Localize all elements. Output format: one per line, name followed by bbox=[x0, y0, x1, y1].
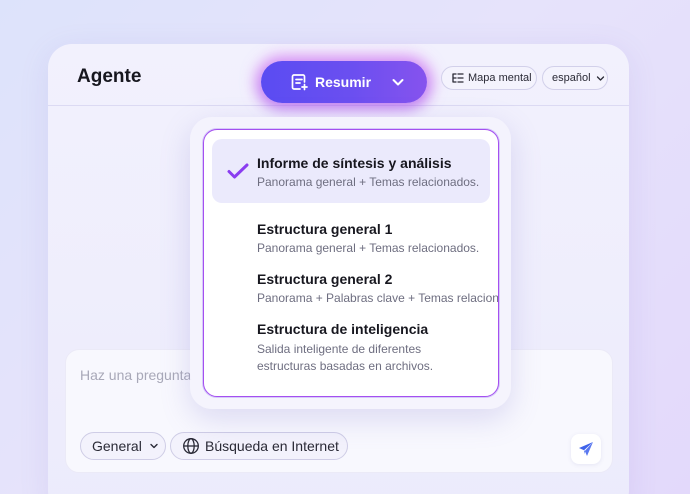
dropdown-option-general-structure-2[interactable]: Estructura general 2 Panorama + Palabras… bbox=[212, 266, 498, 306]
dropdown-option-intelligence-structure[interactable]: Estructura de inteligencia Salida inteli… bbox=[212, 316, 490, 380]
mind-map-icon bbox=[451, 71, 465, 85]
mode-label: General bbox=[92, 438, 142, 454]
check-icon bbox=[226, 161, 250, 181]
web-search-label: Búsqueda en Internet bbox=[205, 438, 339, 454]
mind-map-label: Mapa mental bbox=[468, 72, 532, 84]
summarize-button[interactable]: Resumir bbox=[261, 61, 427, 103]
language-select[interactable]: español bbox=[542, 66, 608, 90]
chevron-down-icon[interactable] bbox=[391, 75, 405, 89]
mode-select[interactable]: General bbox=[80, 432, 166, 460]
dropdown-option-general-structure-1[interactable]: Estructura general 1 Panorama general + … bbox=[212, 216, 490, 256]
panel-title: Agente bbox=[77, 66, 142, 87]
option-name: Estructura general 1 bbox=[257, 221, 393, 237]
question-input[interactable]: Haz una pregunta bbox=[80, 367, 191, 383]
web-search-toggle[interactable]: Búsqueda en Internet bbox=[170, 432, 348, 460]
option-description: Panorama + Palabras clave + Temas relaci… bbox=[257, 291, 499, 305]
globe-icon bbox=[182, 437, 200, 455]
option-description: Panorama general + Temas relacionados. bbox=[257, 241, 480, 255]
chevron-down-icon bbox=[596, 74, 605, 83]
panel-header: Agente Resumir Mapa mental español bbox=[48, 44, 629, 106]
option-name: Estructura de inteligencia bbox=[257, 321, 429, 337]
chevron-down-icon bbox=[149, 441, 159, 451]
dropdown-option-synthesis-report[interactable]: Informe de síntesis y análisis Panorama … bbox=[212, 139, 490, 203]
send-icon bbox=[577, 440, 595, 458]
send-button[interactable] bbox=[571, 434, 601, 464]
language-label: español bbox=[552, 72, 591, 84]
summary-type-dropdown: Informe de síntesis y análisis Panorama … bbox=[203, 129, 499, 397]
option-description: Panorama general + Temas relacionados. bbox=[257, 175, 480, 189]
summarize-label: Resumir bbox=[315, 74, 372, 90]
option-name: Estructura general 2 bbox=[257, 271, 393, 287]
mind-map-button[interactable]: Mapa mental bbox=[441, 66, 537, 90]
option-name: Informe de síntesis y análisis bbox=[257, 155, 452, 171]
document-sparkle-icon bbox=[289, 72, 309, 92]
option-description: Salida inteligente de diferentes estruct… bbox=[257, 342, 434, 373]
